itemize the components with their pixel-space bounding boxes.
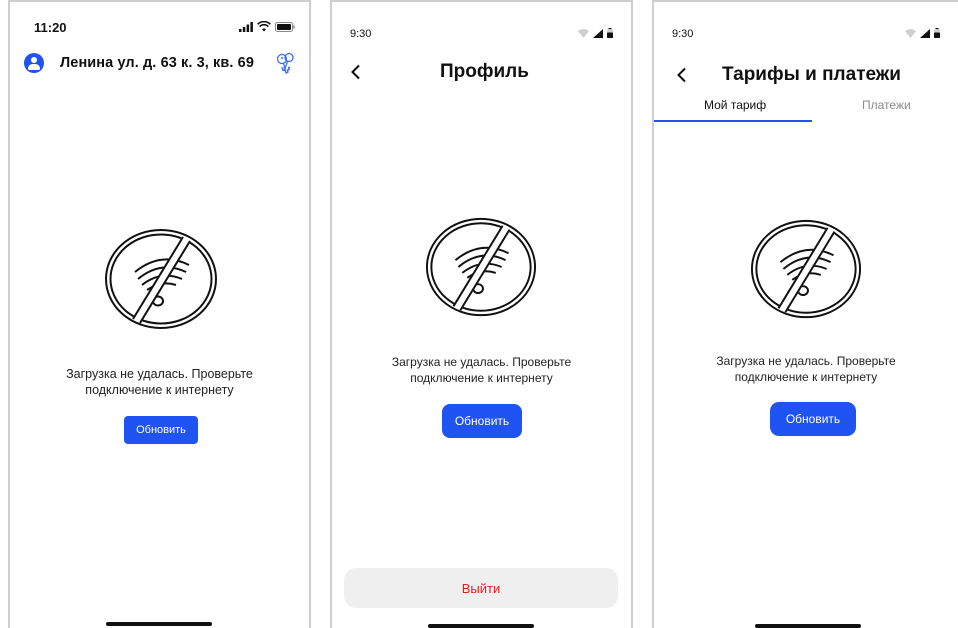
error-line-2: подключение к интернету: [410, 371, 553, 385]
status-time: 11:20: [34, 20, 67, 35]
back-button[interactable]: [670, 63, 694, 87]
error-line-1: Загрузка не удалась. Проверьте: [66, 367, 253, 381]
screen-tariffs: 9:30 Тарифы и платежи Мой тариф Платежи: [652, 0, 958, 628]
header: Профиль: [332, 57, 631, 87]
battery-icon: [934, 28, 940, 38]
refresh-button[interactable]: Обновить: [770, 402, 856, 436]
no-internet-icon: [105, 229, 217, 329]
home-indicator[interactable]: [428, 624, 534, 628]
active-tab-indicator: [654, 120, 812, 122]
error-line-2: подключение к интернету: [734, 370, 878, 384]
back-button[interactable]: [344, 60, 368, 84]
wifi-icon: [578, 29, 589, 38]
status-time: 9:30: [350, 28, 372, 40]
status-bar: 11:20: [10, 2, 309, 42]
refresh-button[interactable]: Обновить: [124, 416, 198, 444]
cellular-signal-icon: [239, 22, 253, 32]
status-time: 9:30: [672, 28, 694, 40]
screen-home: 11:20 Ленина ул. д. 63 к. 3, кв. 69 Загр…: [8, 0, 311, 628]
address-bar: Ленина ул. д. 63 к. 3, кв. 69: [24, 50, 297, 76]
error-line-1: Загрузка не удалась. Проверьте: [716, 354, 896, 368]
status-icons: [578, 28, 613, 38]
error-line-1: Загрузка не удалась. Проверьте: [391, 355, 572, 369]
no-internet-icon: [750, 219, 862, 319]
tab-my-tariff[interactable]: Мой тариф: [704, 98, 766, 112]
status-bar: 9:30: [654, 2, 958, 42]
wifi-icon: [257, 21, 271, 32]
battery-icon: [275, 22, 295, 32]
status-icons: [239, 21, 295, 32]
no-internet-icon: [425, 217, 537, 317]
error-message: Загрузка не удалась. Проверьте подключен…: [332, 354, 631, 386]
home-indicator[interactable]: [755, 624, 861, 628]
page-title: Профиль: [440, 61, 529, 82]
battery-icon: [607, 28, 613, 38]
logout-button[interactable]: Выйти: [344, 568, 618, 608]
keys-icon[interactable]: [273, 51, 297, 75]
header: Тарифы и платежи: [654, 60, 958, 90]
status-bar: 9:30: [332, 2, 631, 42]
profile-avatar-icon[interactable]: [24, 53, 44, 73]
screen-profile: 9:30 Профиль Загрузка не удалась. Провер…: [330, 0, 633, 628]
home-indicator[interactable]: [106, 622, 212, 626]
tab-payments[interactable]: Платежи: [862, 98, 911, 112]
tab-bar: Мой тариф Платежи: [654, 98, 958, 124]
wifi-icon: [905, 29, 916, 38]
status-icons: [905, 28, 940, 38]
cellular-signal-icon: [593, 29, 603, 38]
page-title: Тарифы и платежи: [722, 64, 901, 85]
error-line-2: подключение к интернету: [85, 383, 234, 397]
error-message: Загрузка не удалась. Проверьте подключен…: [654, 353, 958, 385]
cellular-signal-icon: [920, 29, 930, 38]
chevron-left-icon: [351, 64, 360, 80]
address-label[interactable]: Ленина ул. д. 63 к. 3, кв. 69: [60, 55, 254, 71]
error-message: Загрузка не удалась. Проверьте подключен…: [10, 366, 309, 398]
chevron-left-icon: [677, 67, 686, 83]
refresh-button[interactable]: Обновить: [442, 404, 522, 438]
